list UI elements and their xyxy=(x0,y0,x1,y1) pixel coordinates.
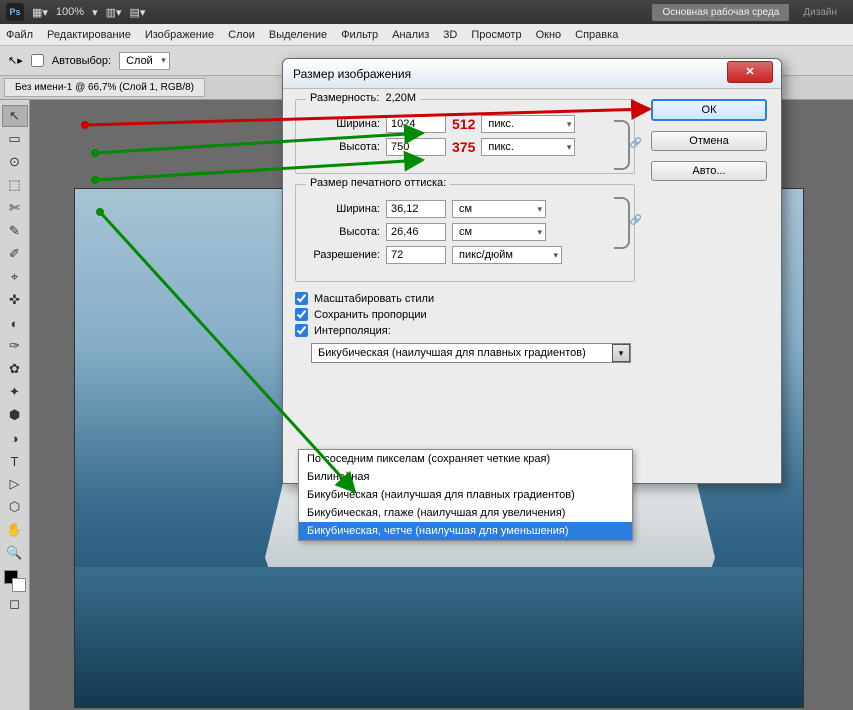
height-unit-select[interactable]: пикс. xyxy=(481,138,575,156)
interp-option-bilinear[interactable]: Билинейная xyxy=(299,468,632,486)
tool-type[interactable]: T xyxy=(2,450,28,472)
move-tool-icon[interactable]: ↖▸ xyxy=(8,54,23,67)
tool-gradient[interactable]: ✿ xyxy=(2,358,28,380)
tool-hand[interactable]: ✋ xyxy=(2,519,28,541)
autoselect-checkbox[interactable] xyxy=(31,54,44,67)
constrain-prop-checkbox[interactable] xyxy=(295,308,308,321)
workspace-main-button[interactable]: Основная рабочая среда xyxy=(652,4,789,21)
autoselect-label: Автовыбор: xyxy=(52,55,111,67)
scale-styles-label: Масштабировать стили xyxy=(314,293,434,305)
width-unit-select[interactable]: пикс. xyxy=(481,115,575,133)
scale-styles-checkbox[interactable] xyxy=(295,292,308,305)
view-icon-1[interactable]: ▥▾ xyxy=(106,6,122,19)
print-link-bracket-icon[interactable] xyxy=(614,197,630,249)
width-label: Ширина: xyxy=(308,118,380,130)
zoom-dropdown-icon[interactable]: ▾ xyxy=(92,6,98,19)
menu-select[interactable]: Выделение xyxy=(269,29,327,41)
menu-3d[interactable]: 3D xyxy=(443,29,457,41)
menu-layer[interactable]: Слои xyxy=(228,29,255,41)
tool-crop[interactable]: ✄ xyxy=(2,197,28,219)
print-height-label: Высота: xyxy=(308,226,380,238)
tool-dodge[interactable]: ⬢ xyxy=(2,404,28,426)
auto-button[interactable]: Авто... xyxy=(651,161,767,181)
print-width-label: Ширина: xyxy=(308,203,380,215)
menu-edit[interactable]: Редактирование xyxy=(47,29,131,41)
interpolation-selected-value: Бикубическая (наилучшая для плавных град… xyxy=(318,347,586,359)
tool-panel: ↖ ▭ ⊙ ⬚ ✄ ✎ ✐ ⌖ ✜ ◐ ✑ ✿ ✦ ⬢ ◑ T ▷ ⬡ ✋ 🔍 … xyxy=(0,100,30,710)
print-size-legend: Размер печатного оттиска: xyxy=(306,177,450,189)
print-width-input[interactable] xyxy=(386,200,446,218)
height-label: Высота: xyxy=(308,141,380,153)
tool-eyedropper[interactable]: ✎ xyxy=(2,220,28,242)
height-new-value: 375 xyxy=(452,139,475,155)
width-new-value: 512 xyxy=(452,116,475,132)
interpolation-dropdown-menu: По соседним пикселам (сохраняет четкие к… xyxy=(298,449,633,541)
print-height-input[interactable] xyxy=(386,223,446,241)
sea-area xyxy=(75,567,803,707)
menu-window[interactable]: Окно xyxy=(536,29,562,41)
tool-zoom[interactable]: 🔍 xyxy=(2,542,28,564)
resolution-unit-select[interactable]: пикс/дюйм xyxy=(452,246,562,264)
app-logo: Ps xyxy=(6,3,24,21)
constrain-prop-label: Сохранить пропорции xyxy=(314,309,427,321)
print-height-unit-select[interactable]: см xyxy=(452,223,546,241)
view-icon-2[interactable]: ▤▾ xyxy=(130,6,146,19)
menubar: Файл Редактирование Изображение Слои Выд… xyxy=(0,24,853,46)
tool-lasso[interactable]: ⊙ xyxy=(2,151,28,173)
zoom-value[interactable]: 100% xyxy=(56,6,84,18)
print-width-unit-select[interactable]: см xyxy=(452,200,546,218)
app-titlebar: Ps ▦▾ 100% ▾ ▥▾ ▤▾ Основная рабочая сред… xyxy=(0,0,853,24)
tool-heal[interactable]: ✐ xyxy=(2,243,28,265)
interp-option-nearest[interactable]: По соседним пикселам (сохраняет четкие к… xyxy=(299,450,632,468)
doc-icon[interactable]: ▦▾ xyxy=(32,6,48,19)
height-input[interactable] xyxy=(386,138,446,156)
dimensions-value: 2,20M xyxy=(385,92,416,104)
resolution-input[interactable] xyxy=(386,246,446,264)
interp-option-bicubic-sharper[interactable]: Бикубическая, четче (наилучшая для умень… xyxy=(299,522,632,540)
width-input[interactable] xyxy=(386,115,446,133)
interp-option-bicubic-smoother[interactable]: Бикубическая, глаже (наилучшая для увели… xyxy=(299,504,632,522)
autoselect-target-select[interactable]: Слой xyxy=(119,52,170,70)
menu-filter[interactable]: Фильтр xyxy=(341,29,378,41)
close-button[interactable]: ✕ xyxy=(727,61,773,83)
resolution-label: Разрешение: xyxy=(308,249,380,261)
dialog-title[interactable]: Размер изображения xyxy=(283,59,781,89)
link-bracket-icon[interactable] xyxy=(614,120,630,170)
cancel-button[interactable]: Отмена xyxy=(651,131,767,151)
tool-wand[interactable]: ⬚ xyxy=(2,174,28,196)
document-tab[interactable]: Без имени-1 @ 66,7% (Слой 1, RGB/8) xyxy=(4,78,205,97)
menu-view[interactable]: Просмотр xyxy=(471,29,521,41)
tool-eraser[interactable]: ✑ xyxy=(2,335,28,357)
menu-file[interactable]: Файл xyxy=(6,29,33,41)
tool-history[interactable]: ◐ xyxy=(2,312,28,334)
interpolation-checkbox[interactable] xyxy=(295,324,308,337)
workspace-design-button[interactable]: Дизайн xyxy=(793,4,847,21)
tool-brush[interactable]: ⌖ xyxy=(2,266,28,288)
tool-marquee[interactable]: ▭ xyxy=(2,128,28,150)
menu-image[interactable]: Изображение xyxy=(145,29,214,41)
interpolation-label: Интерполяция: xyxy=(314,325,391,337)
image-size-dialog: Размер изображения ✕ Размерность: 2,20M … xyxy=(282,58,782,484)
dropdown-arrow-icon[interactable] xyxy=(612,344,630,362)
ok-button[interactable]: ОК xyxy=(651,99,767,121)
tool-move[interactable]: ↖ xyxy=(2,105,28,127)
tool-shape[interactable]: ⬡ xyxy=(2,496,28,518)
color-swatch[interactable] xyxy=(4,570,26,592)
tool-blur[interactable]: ✦ xyxy=(2,381,28,403)
dimensions-label: Размерность: xyxy=(310,92,379,104)
interpolation-select[interactable]: Бикубическая (наилучшая для плавных град… xyxy=(311,343,631,363)
menu-analysis[interactable]: Анализ xyxy=(392,29,429,41)
menu-help[interactable]: Справка xyxy=(575,29,618,41)
workspace-switcher: Основная рабочая среда Дизайн xyxy=(646,0,853,24)
tool-stampclone[interactable]: ✜ xyxy=(2,289,28,311)
tool-path[interactable]: ▷ xyxy=(2,473,28,495)
interp-option-bicubic[interactable]: Бикубическая (наилучшая для плавных град… xyxy=(299,486,632,504)
quickmask-icon[interactable]: ◻ xyxy=(2,593,28,615)
tool-pen[interactable]: ◑ xyxy=(2,427,28,449)
